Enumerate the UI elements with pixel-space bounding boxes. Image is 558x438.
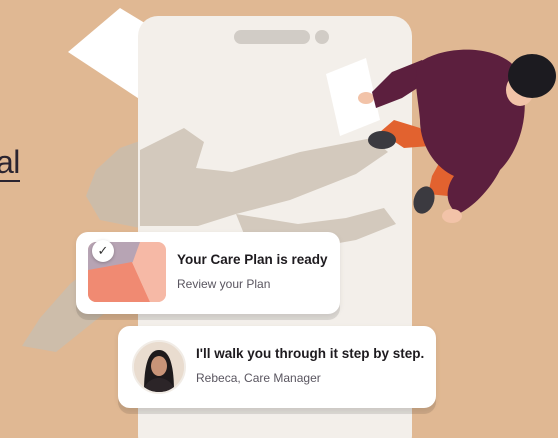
care-plan-notification[interactable]: ✓ Your Care Plan is ready Review your Pl…	[76, 232, 340, 314]
checkmark-icon: ✓	[92, 240, 114, 262]
message-text: I'll walk you through it step by step.	[196, 346, 425, 361]
message-sender: Rebeca, Care Manager	[196, 371, 321, 385]
review-plan-link[interactable]: Review your Plan	[177, 277, 270, 291]
care-manager-message[interactable]: I'll walk you through it step by step. R…	[118, 326, 436, 408]
person-illustration	[358, 49, 556, 223]
care-plan-title: Your Care Plan is ready	[177, 252, 328, 267]
avatar	[132, 340, 186, 394]
